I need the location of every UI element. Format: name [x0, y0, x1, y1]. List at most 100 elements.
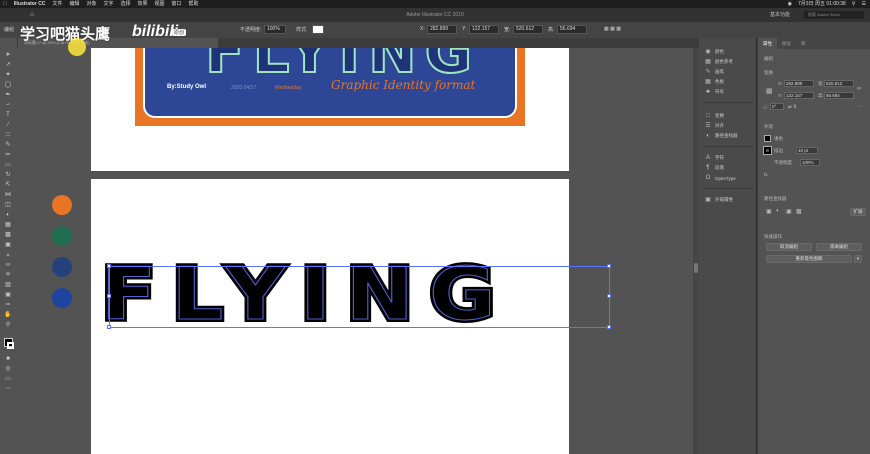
pathfinder-unite-icon[interactable]: ▣ [766, 208, 772, 215]
pen-tool-icon[interactable]: ✒ [4, 92, 12, 98]
panel-paragraph[interactable]: ¶ 段落 [705, 164, 724, 172]
search-icon[interactable]: ⚲ [852, 0, 856, 8]
selection-handle-br[interactable] [607, 325, 611, 329]
stroke-label[interactable]: 描边 [774, 148, 783, 154]
menu-select[interactable]: 选择 [120, 0, 130, 8]
swatch-green[interactable] [52, 226, 72, 246]
magic-wand-icon[interactable]: ✦ [4, 72, 12, 78]
panel-align[interactable]: ☰ 对齐 [705, 122, 724, 130]
menu-file[interactable]: 文件 [52, 0, 62, 8]
perspective-grid-icon[interactable]: ▦ [4, 222, 12, 228]
stroke-weight-field[interactable]: 40 pt [796, 147, 818, 154]
zoom-tool-icon[interactable]: ⚲ [4, 322, 12, 328]
recolor-artwork-button[interactable]: 重新着色图稿 [766, 255, 852, 263]
width-tool-icon[interactable]: ⋈ [4, 192, 12, 198]
rotate-tool-icon[interactable]: ↻ [4, 172, 12, 178]
graph-tool-icon[interactable]: ▧ [4, 282, 12, 288]
expand-button[interactable]: 扩展 [850, 208, 866, 216]
mesh-tool-icon[interactable]: ▩ [4, 232, 12, 238]
reference-point-icon[interactable]: ▦ [766, 87, 773, 95]
panel-transform[interactable]: □ 变换 [705, 112, 724, 120]
tab-libraries[interactable]: 库 [796, 38, 811, 49]
angle-field[interactable]: 0° [770, 103, 784, 110]
menu-edit[interactable]: 编辑 [69, 0, 79, 8]
menu-view[interactable]: 视图 [155, 0, 165, 8]
apple-icon[interactable]:  [3, 0, 7, 8]
h-field[interactable]: 56.694 [824, 92, 854, 99]
free-transform-icon[interactable]: ◫ [4, 202, 12, 208]
style-swatch[interactable] [312, 25, 324, 34]
menu-effect[interactable]: 效果 [138, 0, 148, 8]
gradient-tool-icon[interactable]: ▣ [4, 242, 12, 248]
opacity-field[interactable]: 100% [800, 159, 820, 166]
constrain-proportions-icon[interactable]: ∞ [857, 86, 861, 92]
panel-opentype[interactable]: O OpenType [705, 174, 736, 182]
artboard-tool-icon[interactable]: ▣ [4, 292, 12, 298]
pathfinder-intersect-icon[interactable]: ▣ [786, 208, 792, 215]
poster-artwork[interactable]: FLYING By:Study Owl 2020.04/17 Wednesday… [135, 48, 525, 126]
more-options-icon[interactable]: ⋯ [858, 104, 863, 110]
scrollbar-thumb[interactable] [694, 263, 698, 273]
direct-selection-tool-icon[interactable]: ↗ [4, 62, 12, 68]
menu-type[interactable]: 文字 [103, 0, 113, 8]
fx-button[interactable]: fx. [764, 172, 769, 177]
panel-color-guide[interactable]: ▦ 颜色参考 [705, 58, 733, 66]
x-field[interactable]: 282.899 [427, 25, 457, 34]
color-mode-icon[interactable]: ■ [4, 356, 12, 362]
type-tool-icon[interactable]: T [4, 112, 12, 118]
swatch-navy[interactable] [52, 257, 72, 277]
panel-appearance[interactable]: ▣ 外观属性 [705, 196, 733, 204]
selection-handle-mr[interactable] [607, 294, 611, 298]
selection-tool-icon[interactable]: ➤ [4, 52, 12, 58]
artboard-poster[interactable]: FLYING By:Study Owl 2020.04/17 Wednesday… [91, 48, 569, 171]
menu-help[interactable]: 帮助 [189, 0, 199, 8]
menu-window[interactable]: 窗口 [172, 0, 182, 8]
menu-app-name[interactable]: Illustrator CC [14, 0, 46, 8]
selection-handle-tr[interactable] [607, 264, 611, 268]
curvature-tool-icon[interactable]: ∽ [4, 102, 12, 108]
tab-properties[interactable]: 属性 [758, 38, 777, 49]
pathfinder-exclude-icon[interactable]: ▩ [796, 208, 802, 215]
hand-tool-icon[interactable]: ✋ [4, 312, 12, 318]
canvas[interactable]: FLYING By:Study Owl 2020.04/17 Wednesday… [17, 48, 693, 454]
pencil-icon[interactable]: ✏ [4, 152, 12, 158]
selection-handle-ml[interactable] [107, 294, 111, 298]
scale-tool-icon[interactable]: ⇱ [4, 182, 12, 188]
symbol-sprayer-icon[interactable]: ✳ [4, 272, 12, 278]
panel-swatches[interactable]: ▦ 色板 [705, 78, 724, 86]
panel-pathfinder[interactable]: ◐ 路径查找器 [705, 132, 737, 140]
blend-tool-icon[interactable]: ∞ [4, 262, 12, 268]
h-field[interactable]: 56.694 [557, 25, 587, 34]
pathfinder-minus-front-icon[interactable]: ◐ [776, 208, 780, 214]
ungroup-button[interactable]: 取消编组 [766, 243, 812, 251]
fill-swatch[interactable] [764, 135, 771, 142]
paintbrush-icon[interactable]: ✎ [4, 142, 12, 148]
align-icon[interactable]: ▦ ▦ ▦ [604, 26, 621, 32]
wifi-icon[interactable]: ◉ [788, 0, 792, 8]
line-tool-icon[interactable]: ∕ [4, 122, 12, 128]
panel-symbols[interactable]: ♣ 符号 [705, 88, 724, 96]
selection-handle-tl[interactable] [107, 264, 111, 268]
selection-bounding-box[interactable] [109, 266, 610, 328]
recolor-menu-button[interactable]: ▾ [854, 255, 862, 263]
rectangle-tool-icon[interactable]: □ [4, 132, 12, 138]
draw-mode-icon[interactable]: ◎ [4, 366, 12, 372]
stroke-swatch[interactable] [763, 146, 772, 155]
menu-list-icon[interactable]: ☰ [862, 0, 866, 8]
isolate-group-button[interactable]: 隔离编组 [816, 243, 862, 251]
eyedropper-icon[interactable]: ⁎ [4, 252, 12, 258]
y-field[interactable]: 122.157 [784, 92, 814, 99]
stock-search-input[interactable]: 搜索 Adobe Stock [804, 11, 864, 19]
selection-handle-bl[interactable] [107, 325, 111, 329]
tab-layers[interactable]: 图层 [777, 38, 796, 49]
screen-mode-icon[interactable]: ▭ [4, 376, 12, 382]
panel-color[interactable]: ◉ 颜色 [705, 48, 724, 56]
panel-brushes[interactable]: ✎ 画笔 [705, 68, 724, 76]
panel-character[interactable]: A 字符 [705, 154, 724, 162]
opacity-field[interactable]: 100% [264, 25, 286, 34]
flip-icon[interactable]: ⇄ ⇅ [788, 104, 797, 110]
opacity-label[interactable]: 不透明度 [774, 160, 792, 166]
menu-object[interactable]: 对象 [86, 0, 96, 8]
workspace-switcher[interactable]: 基本功能 [770, 11, 790, 18]
edit-toolbar-icon[interactable]: ⋯ [4, 386, 12, 392]
